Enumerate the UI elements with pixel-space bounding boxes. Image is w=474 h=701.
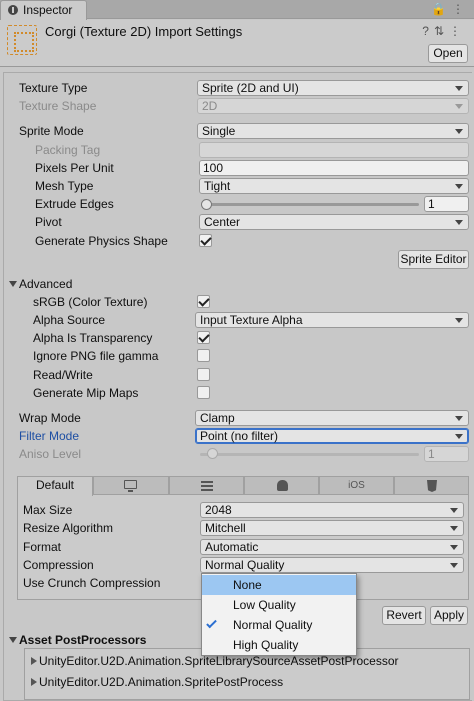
pivot-dropdown[interactable]: Center [199,214,469,230]
menu-item-low-quality[interactable]: Low Quality [202,595,356,615]
srgb-checkbox[interactable] [197,295,210,308]
pixels-per-unit-field[interactable]: 100 [199,160,469,176]
sprite-mode-dropdown[interactable]: Single [197,123,469,139]
grid-icon [201,480,213,491]
page-title: Corgi (Texture 2D) Import Settings [45,24,243,39]
mesh-type-label: Mesh Type [35,179,94,193]
more-menu-icon[interactable]: ⋮ [452,2,470,16]
sprite-editor-button[interactable]: Sprite Editor [398,250,469,269]
use-crunch-compression-label: Use Crunch Compression [23,576,161,590]
tab-android[interactable] [244,476,319,495]
ignore-png-gamma-label: Ignore PNG file gamma [33,349,159,363]
monitor-icon [124,480,137,492]
texture-type-label: Texture Type [19,81,88,95]
aniso-level-label: Aniso Level [19,447,82,461]
asset-postprocessors-foldout[interactable]: Asset PostProcessors [19,633,146,647]
texture-type-dropdown[interactable]: Sprite (2D and UI) [197,80,469,96]
advanced-foldout[interactable]: Advanced [19,277,72,291]
generate-mip-maps-label: Generate Mip Maps [33,386,139,400]
android-icon [277,480,288,491]
read-write-checkbox[interactable] [197,368,210,381]
settings-icon[interactable]: ⇅ [434,24,449,38]
menu-item-none[interactable]: None [202,575,356,595]
tab-inspector[interactable]: Inspector [0,0,87,20]
packing-tag-field [199,142,469,158]
format-dropdown[interactable]: Automatic [200,539,464,555]
alpha-is-transparency-label: Alpha Is Transparency [33,331,153,345]
window-menu-icons[interactable]: 🔒⋮ [431,2,470,16]
kebab-menu-icon[interactable]: ⋮ [449,24,466,38]
pivot-label: Pivot [35,215,62,229]
format-label: Format [23,540,62,554]
extrude-edges-slider-handle[interactable] [201,199,212,210]
list-item[interactable]: UnityEditor.U2D.Animation.SpritePostProc… [39,675,283,689]
tab-webgl[interactable] [394,476,469,495]
alpha-is-transparency-checkbox[interactable] [197,331,210,344]
tab-server[interactable] [169,476,244,495]
aniso-level-field: 1 [424,446,469,462]
filter-mode-label: Filter Mode [19,429,80,443]
tab-default[interactable]: Default [17,476,93,496]
postprocessor-expand-icon[interactable] [31,678,37,686]
resize-algorithm-label: Resize Algorithm [23,521,114,535]
wrap-mode-dropdown[interactable]: Clamp [195,410,469,426]
aniso-level-slider-handle [207,448,218,459]
tab-standalone[interactable] [93,476,169,495]
aniso-level-slider-track [200,453,419,456]
postprocessors-foldout-arrow-icon[interactable] [9,637,17,643]
max-size-label: Max Size [23,503,73,517]
max-size-dropdown[interactable]: 2048 [200,502,464,518]
resize-algorithm-dropdown[interactable]: Mitchell [200,520,464,536]
alpha-source-dropdown[interactable]: Input Texture Alpha [195,312,469,328]
generate-mip-maps-checkbox[interactable] [197,386,210,399]
srgb-label: sRGB (Color Texture) [33,295,148,309]
generate-physics-shape-label: Generate Physics Shape [35,234,168,248]
texture-shape-label: Texture Shape [19,99,97,113]
pixels-per-unit-label: Pixels Per Unit [35,161,114,175]
alpha-source-label: Alpha Source [33,313,106,327]
tab-inspector-label: Inspector [23,3,73,17]
wrap-mode-label: Wrap Mode [19,411,81,425]
html5-icon [427,480,437,492]
help-icon[interactable]: ? [422,24,434,38]
extrude-edges-slider-track[interactable] [205,203,419,206]
advanced-foldout-arrow-icon[interactable] [9,281,17,287]
texture-shape-dropdown: 2D [197,98,469,114]
revert-button[interactable]: Revert [382,606,426,625]
texture-thumbnail [7,25,37,55]
mesh-type-dropdown[interactable]: Tight [199,178,469,194]
menu-item-high-quality[interactable]: High Quality [202,635,356,655]
read-write-label: Read/Write [33,368,93,382]
header-icons: ?⇅⋮ [422,24,466,38]
extrude-edges-label: Extrude Edges [35,197,114,211]
list-item[interactable]: UnityEditor.U2D.Animation.SpriteLibraryS… [39,654,398,668]
info-icon [8,5,18,15]
compression-label: Compression [23,558,94,572]
menu-item-normal-quality[interactable]: Normal Quality [202,615,356,635]
open-button[interactable]: Open [428,44,468,63]
apply-button[interactable]: Apply [430,606,468,625]
extrude-edges-field[interactable]: 1 [424,196,469,212]
ignore-png-gamma-checkbox[interactable] [197,349,210,362]
sprite-mode-label: Sprite Mode [19,124,84,138]
filter-mode-dropdown[interactable]: Point (no filter) [195,428,469,444]
postprocessor-expand-icon[interactable] [31,657,37,665]
generate-physics-shape-checkbox[interactable] [199,234,212,247]
tab-ios[interactable]: iOS [319,476,394,495]
compression-dropdown[interactable]: Normal Quality [200,557,464,573]
packing-tag-label: Packing Tag [35,143,101,157]
lock-icon[interactable]: 🔒 [431,2,452,16]
